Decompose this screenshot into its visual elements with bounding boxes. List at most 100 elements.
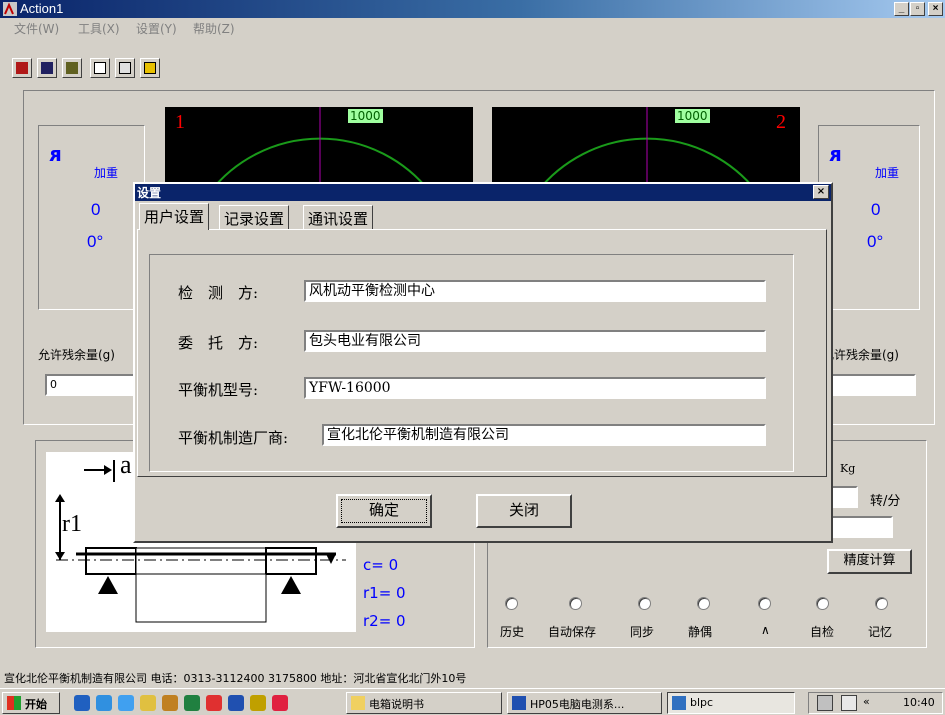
app-button[interactable] bbox=[12, 58, 32, 78]
left-readout-panel: ᴙ 加重 0 0° bbox=[38, 125, 145, 310]
app-quicklaunch-icon[interactable] bbox=[162, 695, 178, 711]
document-button[interactable] bbox=[90, 58, 110, 78]
label-autosave: 自动保存 bbox=[548, 625, 597, 639]
manufacturer-input[interactable]: 宣化北伦平衡机制造有限公司 bbox=[322, 424, 766, 446]
task-blpc-label: blpc bbox=[690, 696, 714, 709]
close-button[interactable]: 关闭 bbox=[476, 494, 572, 528]
media-quicklaunch-icon[interactable] bbox=[250, 695, 266, 711]
right-mass: 0 bbox=[871, 200, 881, 219]
close-window-button[interactable]: × bbox=[928, 2, 943, 16]
app-icon bbox=[16, 62, 28, 74]
task-folder[interactable]: 电箱说明书 bbox=[346, 692, 502, 714]
tab-record-settings[interactable]: 记录设置 bbox=[219, 205, 290, 230]
precision-calc-button[interactable]: 精度计算 bbox=[827, 549, 912, 574]
ie-quicklaunch-icon[interactable] bbox=[96, 695, 112, 711]
machine-model-input[interactable]: YFW-16000 bbox=[304, 377, 766, 399]
app-icon bbox=[3, 2, 17, 16]
dialog-close-button[interactable]: × bbox=[813, 185, 829, 199]
label-lambda: ∧ bbox=[761, 623, 770, 637]
r2-value: r2= 0 bbox=[363, 612, 406, 630]
folder-quicklaunch-icon[interactable] bbox=[140, 695, 156, 711]
c-value: c= 0 bbox=[363, 556, 399, 574]
word-quicklaunch-icon[interactable] bbox=[228, 695, 244, 711]
label-client: 委 托 方: bbox=[178, 334, 259, 352]
blpc-icon bbox=[672, 696, 686, 710]
right-tolerance-label: 允许残余量(g) bbox=[822, 348, 899, 362]
player-quicklaunch-icon[interactable] bbox=[272, 695, 288, 711]
radio-history[interactable] bbox=[505, 597, 518, 610]
document-icon bbox=[94, 62, 106, 74]
radio-sync[interactable] bbox=[638, 597, 651, 610]
print-button[interactable] bbox=[115, 58, 135, 78]
settings-dialog: 设置 × 用户设置 记录设置 通讯设置 检 测 方: 风机动平衡检测中心 委 托… bbox=[133, 182, 833, 543]
testing-party-input[interactable]: 风机动平衡检测中心 bbox=[304, 280, 766, 302]
window-title: Action1 bbox=[20, 1, 64, 16]
radio-autosave[interactable] bbox=[569, 597, 582, 610]
tab-comm-settings[interactable]: 通讯设置 bbox=[303, 205, 374, 230]
label-machine-model: 平衡机型号: bbox=[178, 381, 259, 399]
menu-help[interactable]: 帮助(Z) bbox=[193, 20, 235, 37]
precision-input[interactable] bbox=[825, 516, 893, 538]
r1-value: r1= 0 bbox=[363, 584, 406, 602]
folder-icon bbox=[351, 696, 365, 710]
windows-logo-icon bbox=[7, 696, 21, 710]
label-sync: 同步 bbox=[630, 625, 655, 639]
flame-quicklaunch-icon[interactable] bbox=[206, 695, 222, 711]
save-icon bbox=[41, 62, 53, 74]
title-bar: Action1 _ ▫ × bbox=[0, 0, 945, 18]
right-scope-scale: 1000 bbox=[675, 109, 710, 123]
update-quicklaunch-icon[interactable] bbox=[118, 695, 134, 711]
left-scope: 1 1000 bbox=[165, 107, 473, 192]
dialog-title: 设置 bbox=[137, 186, 162, 200]
left-scope-scale: 1000 bbox=[348, 109, 383, 123]
exit-icon bbox=[144, 62, 156, 74]
tab-user-settings[interactable]: 用户设置 bbox=[139, 203, 210, 230]
task-word-label: HP05电脑电测系... bbox=[530, 698, 625, 711]
restore-button[interactable]: ▫ bbox=[910, 2, 925, 16]
client-input[interactable]: 包头电业有限公司 bbox=[304, 330, 766, 352]
task-word-doc[interactable]: HP05电脑电测系... bbox=[507, 692, 662, 714]
radio-memory[interactable] bbox=[875, 597, 888, 610]
left-tolerance-label: 允许残余量(g) bbox=[38, 348, 115, 362]
left-tolerance-input[interactable]: 0 bbox=[45, 374, 140, 396]
task-folder-label: 电箱说明书 bbox=[369, 698, 424, 711]
tree-quicklaunch-icon[interactable] bbox=[184, 695, 200, 711]
exit-button[interactable] bbox=[140, 58, 160, 78]
clock: 10:40 bbox=[903, 696, 935, 709]
label-static-couple: 静偶 bbox=[688, 625, 713, 639]
browser-quicklaunch-icon[interactable] bbox=[74, 695, 90, 711]
help-tray-icon[interactable] bbox=[841, 695, 857, 711]
radio-selftest[interactable] bbox=[816, 597, 829, 610]
menu-file[interactable]: 文件(W) bbox=[14, 20, 59, 37]
menu-tools[interactable]: 工具(X) bbox=[78, 20, 120, 37]
left-mass: 0 bbox=[91, 200, 101, 219]
ok-button[interactable]: 确定 bbox=[336, 494, 432, 528]
menu-bar: 文件(W) 工具(X) 设置(Y) 帮助(Z) bbox=[0, 18, 945, 38]
label-selftest: 自检 bbox=[810, 625, 835, 639]
tray-chevron[interactable]: « bbox=[863, 695, 870, 708]
menu-settings[interactable]: 设置(Y) bbox=[136, 20, 177, 37]
unit-rpm: 转/分 bbox=[870, 494, 901, 509]
printer-tray-icon[interactable] bbox=[817, 695, 833, 711]
r1-label: r1 bbox=[62, 511, 82, 537]
task-blpc[interactable]: blpc bbox=[667, 692, 795, 714]
left-angle: 0° bbox=[87, 232, 104, 251]
unit-kg: Kg bbox=[840, 462, 856, 475]
status-bar: 宣化北伦平衡机制造有限公司 电话：0313-3112400 3175800 地址… bbox=[0, 668, 945, 686]
dollar-button[interactable] bbox=[62, 58, 82, 78]
left-scope-plot bbox=[209, 107, 431, 192]
start-button[interactable]: 开始 bbox=[2, 692, 60, 714]
right-tolerance-input[interactable]: 0 bbox=[820, 374, 916, 396]
label-memory: 记忆 bbox=[868, 625, 893, 639]
save-button[interactable] bbox=[37, 58, 57, 78]
left-mode-label: 加重 bbox=[94, 166, 119, 180]
radio-lambda[interactable] bbox=[758, 597, 771, 610]
label-history: 历史 bbox=[500, 625, 525, 639]
radio-static-couple[interactable] bbox=[697, 597, 710, 610]
taskbar: 开始 电箱说明书 HP05电脑电测系... blpc « 10:40 bbox=[0, 688, 945, 715]
dialog-title-bar: 设置 bbox=[135, 184, 831, 201]
start-label: 开始 bbox=[25, 698, 47, 711]
left-scope-number: 1 bbox=[175, 111, 185, 133]
minimize-button[interactable]: _ bbox=[894, 2, 909, 16]
label-manufacturer: 平衡机制造厂商: bbox=[178, 429, 289, 447]
